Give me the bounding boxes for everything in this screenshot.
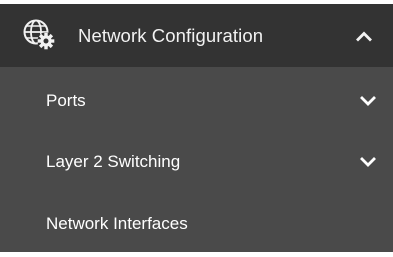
bottom-divider [0,252,393,257]
navigation-menu: Network Configuration Ports Layer 2 Swit… [0,0,393,257]
submenu: Ports Layer 2 Switching Network Interfac… [0,67,393,257]
chevron-down-icon[interactable] [360,95,376,107]
menu-item-network-interfaces[interactable]: Network Interfaces [0,194,393,254]
menu-item-ports[interactable]: Ports [0,71,393,131]
menu-item-label: Ports [46,91,86,110]
section-network-configuration[interactable]: Network Configuration [0,4,393,67]
chevron-up-icon[interactable] [356,30,372,42]
menu-item-layer-2-switching[interactable]: Layer 2 Switching [0,132,393,192]
network-settings-icon [21,17,57,53]
chevron-down-icon[interactable] [360,156,376,168]
section-title: Network Configuration [78,25,264,46]
menu-item-label: Network Interfaces [46,214,188,233]
menu-item-label: Layer 2 Switching [46,152,181,171]
